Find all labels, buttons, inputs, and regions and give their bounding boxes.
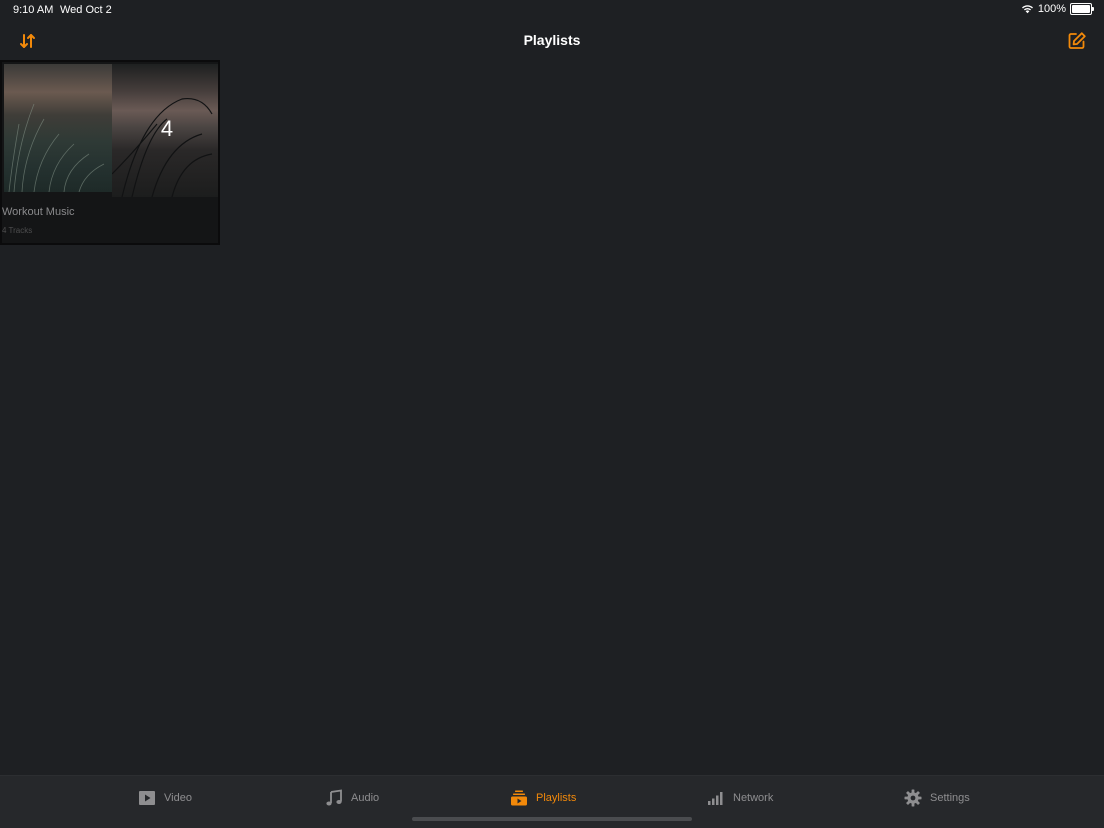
video-icon [139, 791, 155, 805]
playlists-screen: 9:10 AM Wed Oct 2 100% Playlists 4 Worko… [0, 0, 1104, 828]
battery-icon [1070, 3, 1094, 15]
tab-label: Video [164, 792, 192, 804]
tab-label: Playlists [536, 792, 577, 804]
status-date: Wed Oct 2 [60, 4, 112, 16]
music-note-icon [326, 789, 342, 806]
tab-playlists[interactable]: Playlists [510, 788, 576, 808]
battery-percent: 100% [1037, 3, 1066, 15]
navigation-bar: Playlists [0, 20, 1104, 60]
edit-icon[interactable] [1066, 30, 1088, 52]
playlist-artwork: 4 [4, 64, 218, 197]
playlist-card[interactable]: 4 Workout Music 4 Tracks [0, 60, 220, 245]
status-bar: 9:10 AM Wed Oct 2 100% [0, 0, 1104, 20]
tab-label: Audio [351, 792, 380, 804]
artwork-left [4, 64, 112, 193]
playlist-track-count: 4 Tracks [2, 226, 33, 235]
track-count-overlay: 4 [160, 116, 174, 141]
playlist-name: Workout Music [2, 206, 75, 218]
home-indicator[interactable] [412, 817, 692, 821]
tab-network[interactable]: Network [707, 788, 773, 808]
tab-label: Settings [930, 792, 970, 804]
status-right: 100% [1021, 3, 1094, 15]
tab-settings[interactable]: Settings [904, 788, 970, 808]
grass-image [8, 103, 105, 193]
tab-audio[interactable]: Audio [325, 788, 379, 808]
playlist-icon [511, 790, 527, 806]
page-title: Playlists [523, 32, 581, 48]
tab-video[interactable]: Video [138, 788, 192, 808]
battery-fill [1072, 5, 1090, 13]
wifi-icon [1021, 5, 1033, 14]
gear-icon [904, 789, 922, 807]
tab-label: Network [733, 792, 774, 804]
network-icon [708, 792, 723, 805]
status-time: 9:10 AM [13, 4, 54, 16]
